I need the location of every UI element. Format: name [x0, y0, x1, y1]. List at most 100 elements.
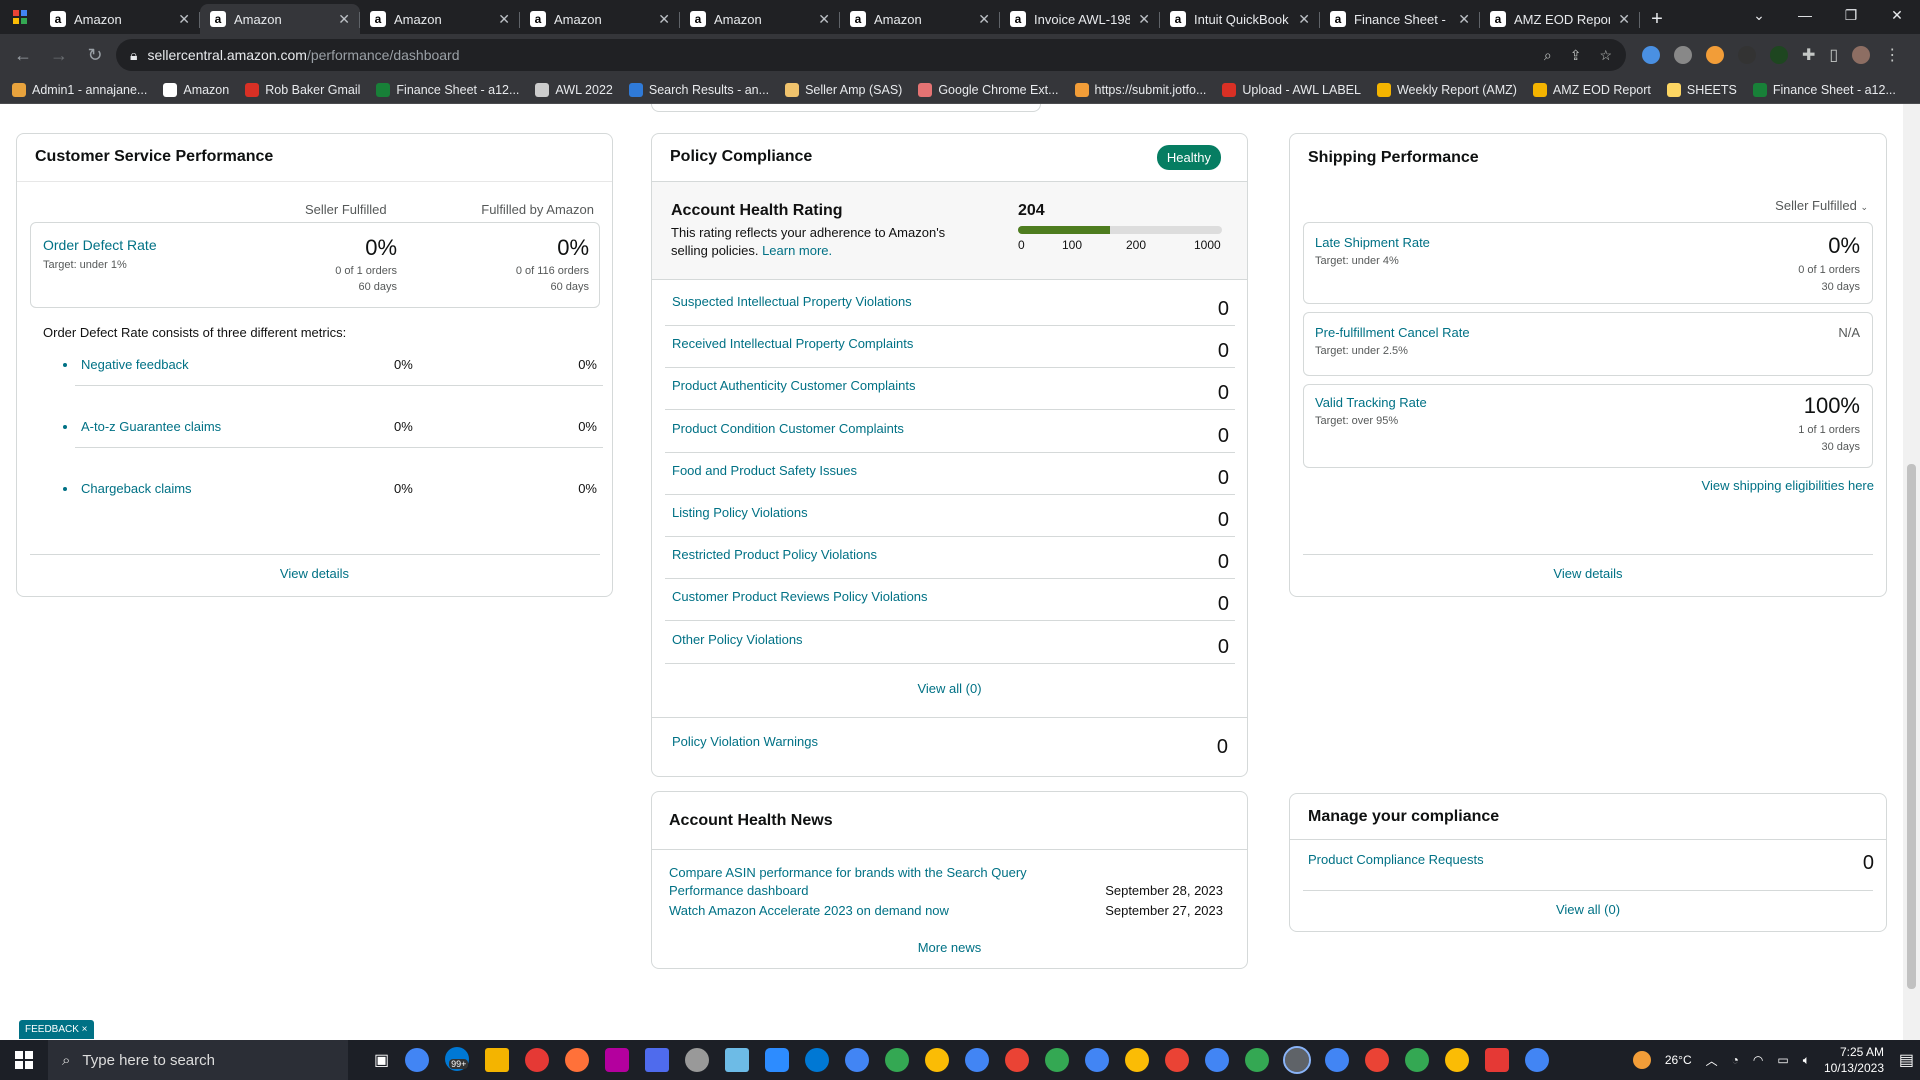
more-menu-icon[interactable]: ⋮ — [1884, 45, 1900, 65]
browser-tab[interactable]: a Amazon ✕ — [680, 4, 840, 34]
battery-icon[interactable]: ▭ — [1777, 1053, 1788, 1067]
chrome-icon[interactable] — [1005, 1048, 1030, 1072]
policy-row-link[interactable]: Other Policy Violations — [672, 632, 803, 647]
view-details-link[interactable]: View details — [17, 566, 612, 581]
new-tab-button[interactable]: + — [1640, 4, 1674, 34]
extension-icon[interactable] — [1770, 46, 1788, 64]
chrome-icon[interactable] — [405, 1048, 430, 1072]
app-icon[interactable] — [805, 1048, 830, 1072]
calculator-icon[interactable] — [645, 1048, 670, 1072]
share-icon[interactable]: ⇪ — [1570, 47, 1582, 64]
restore-button[interactable]: ❐ — [1828, 0, 1874, 30]
bookmark-item[interactable]: AMZ EOD Report — [1532, 82, 1651, 97]
extension-icon[interactable] — [1674, 46, 1692, 64]
forward-button[interactable]: → — [44, 40, 74, 70]
close-tab-icon[interactable]: ✕ — [1618, 11, 1630, 28]
bookmark-item[interactable]: https://submit.jotfo... — [1074, 82, 1206, 97]
browser-tab[interactable]: a Amazon ✕ — [200, 4, 360, 34]
side-panel-icon[interactable]: ▯ — [1829, 45, 1838, 65]
page-scrollbar[interactable] — [1903, 104, 1920, 1040]
bookmark-item[interactable]: Search Results - an... — [628, 82, 769, 97]
browser-tab[interactable]: a Amazon ✕ — [360, 4, 520, 34]
fulfillment-filter-dropdown[interactable]: Seller Fulfilled ⌄ — [1775, 198, 1868, 213]
browser-tab[interactable]: a Invoice AWL-198 ✕ — [1000, 4, 1160, 34]
metric-link[interactable]: A-to-z Guarantee claims — [81, 419, 221, 434]
chrome-icon[interactable] — [1245, 1048, 1270, 1072]
news-link[interactable]: Compare ASIN performance for brands with… — [669, 864, 1029, 900]
browser-tab[interactable]: a Finance Sheet - a ✕ — [1320, 4, 1480, 34]
chevron-up-icon[interactable]: ︿ — [1706, 1052, 1718, 1069]
close-tab-icon[interactable]: ✕ — [1458, 11, 1470, 28]
bookmark-item[interactable]: Weekly Report (AMZ) — [1376, 82, 1517, 97]
policy-row-link[interactable]: Food and Product Safety Issues — [672, 463, 857, 478]
browser-tab[interactable]: a AMZ EOD Report ✕ — [1480, 4, 1640, 34]
firefox-icon[interactable] — [565, 1048, 590, 1072]
chrome-icon[interactable] — [1405, 1048, 1430, 1072]
network-icon[interactable]: ◔ — [1732, 1053, 1739, 1067]
chrome-icon[interactable] — [1525, 1048, 1550, 1072]
policy-row-link[interactable]: Restricted Product Policy Violations — [672, 547, 877, 562]
cancel-rate-link[interactable]: Pre-fulfillment Cancel Rate — [1315, 325, 1470, 340]
view-all-link[interactable]: View all (0) — [1290, 902, 1886, 917]
close-tab-icon[interactable]: ✕ — [498, 11, 510, 28]
policy-warnings-link[interactable]: Policy Violation Warnings — [672, 734, 818, 749]
wifi-icon[interactable]: ◠ — [1753, 1053, 1763, 1067]
compliance-requests-link[interactable]: Product Compliance Requests — [1308, 852, 1484, 867]
chrome-icon-active[interactable] — [1283, 1046, 1312, 1074]
minimize-button[interactable]: — — [1782, 0, 1828, 30]
bookmark-item[interactable]: Amazon — [163, 82, 229, 97]
close-tab-icon[interactable]: ✕ — [978, 11, 990, 28]
taskbar-search-input[interactable]: ⌕ Type here to search — [48, 1040, 348, 1080]
chrome-icon[interactable] — [1125, 1048, 1150, 1072]
scrollbar-thumb[interactable] — [1907, 464, 1916, 989]
app-grid-icon[interactable] — [0, 0, 40, 34]
close-tab-icon[interactable]: ✕ — [818, 11, 830, 28]
late-shipment-link[interactable]: Late Shipment Rate — [1315, 235, 1430, 250]
extension-icon[interactable] — [1706, 46, 1724, 64]
app-icon[interactable] — [605, 1048, 630, 1072]
browser-tab[interactable]: a Amazon ✕ — [520, 4, 680, 34]
bookmark-item[interactable]: SHEETS — [1666, 82, 1737, 97]
feedback-button[interactable]: FEEDBACK × — [19, 1020, 94, 1039]
app-icon[interactable] — [725, 1048, 750, 1072]
app-icon[interactable] — [685, 1048, 710, 1072]
back-button[interactable]: ← — [8, 40, 38, 70]
close-tab-icon[interactable]: ✕ — [178, 11, 190, 28]
learn-more-link[interactable]: Learn more. — [762, 243, 832, 258]
bookmark-item[interactable]: Upload - AWL LABEL — [1222, 82, 1361, 97]
browser-tab[interactable]: a Intuit QuickBook ✕ — [1160, 4, 1320, 34]
close-window-button[interactable]: ✕ — [1874, 0, 1920, 30]
bookmark-star-icon[interactable]: ☆ — [1599, 47, 1612, 64]
policy-row-link[interactable]: Product Condition Customer Complaints — [672, 421, 904, 436]
address-bar[interactable]: 🔒︎ sellercentral.amazon.com/performance/… — [116, 39, 1626, 71]
folder-icon[interactable] — [485, 1048, 510, 1072]
task-view-icon[interactable]: ▣ — [374, 1050, 389, 1070]
policy-row-link[interactable]: Listing Policy Violations — [672, 505, 808, 520]
extension-icon[interactable] — [1738, 46, 1756, 64]
chrome-icon[interactable] — [1445, 1048, 1470, 1072]
bookmark-item[interactable]: Finance Sheet - a12... — [376, 82, 519, 97]
weather-icon[interactable] — [1632, 1051, 1651, 1069]
close-tab-icon[interactable]: ✕ — [658, 11, 670, 28]
metric-link[interactable]: Chargeback claims — [81, 481, 192, 496]
valid-tracking-link[interactable]: Valid Tracking Rate — [1315, 395, 1427, 410]
close-tab-icon[interactable]: ✕ — [1138, 11, 1150, 28]
chrome-icon[interactable] — [1205, 1048, 1230, 1072]
policy-row-link[interactable]: Received Intellectual Property Complaint… — [672, 336, 913, 351]
app-icon[interactable] — [1485, 1048, 1510, 1072]
view-details-link[interactable]: View details — [1290, 566, 1886, 581]
volume-icon[interactable]: 🔈︎ — [1803, 1053, 1810, 1068]
zoom-icon[interactable]: ⌕ — [1544, 47, 1552, 64]
chrome-icon[interactable] — [1085, 1048, 1110, 1072]
metric-link[interactable]: Negative feedback — [81, 357, 189, 372]
chrome-icon[interactable] — [925, 1048, 950, 1072]
view-all-link[interactable]: View all (0) — [652, 681, 1247, 696]
reload-button[interactable]: ↻ — [80, 40, 110, 70]
bookmark-item[interactable]: Admin1 - annajane... — [12, 82, 147, 97]
close-tab-icon[interactable]: ✕ — [1298, 11, 1310, 28]
chrome-icon[interactable] — [1365, 1048, 1390, 1072]
chrome-icon[interactable] — [1325, 1048, 1350, 1072]
chrome-icon[interactable] — [1165, 1048, 1190, 1072]
close-tab-icon[interactable]: ✕ — [338, 11, 350, 28]
app-icon[interactable] — [525, 1048, 550, 1072]
